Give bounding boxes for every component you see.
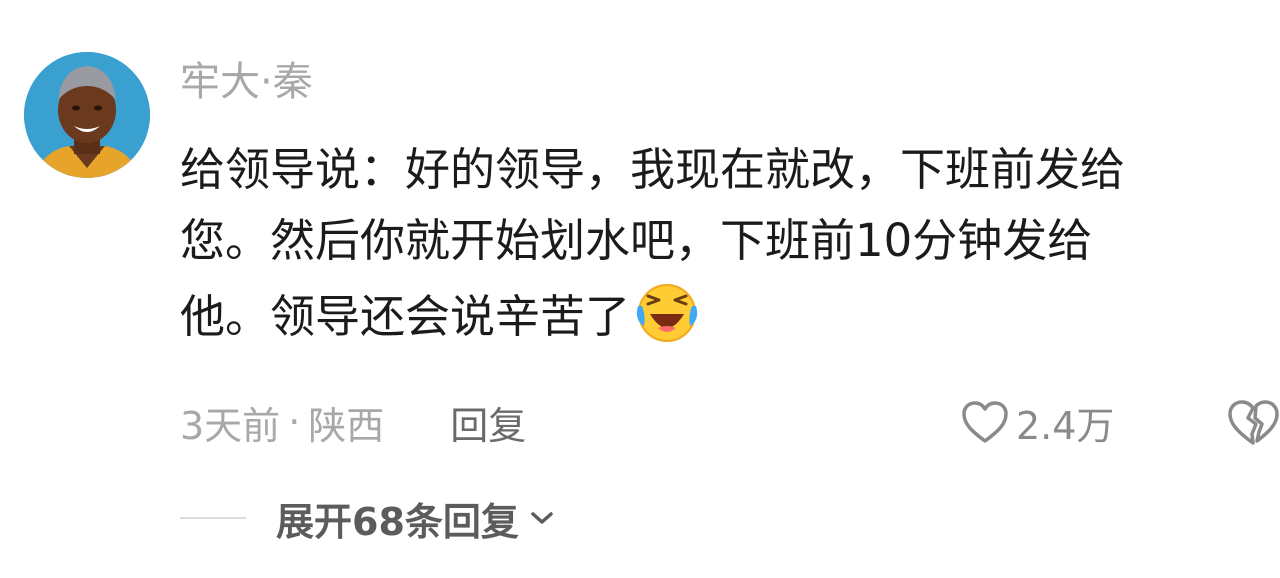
comment-line: 他。领导还会说辛苦了 bbox=[180, 290, 631, 343]
comment-text: 给领导说：好的领导，我现在就改，下班前发给 您。然后你就开始划水吧，下班前10分钟… bbox=[180, 134, 1275, 352]
broken-heart-icon bbox=[1228, 400, 1279, 445]
like-button[interactable]: 2.4万 bbox=[960, 394, 1114, 450]
author-name[interactable]: 牢大·秦 bbox=[180, 56, 313, 108]
heart-outline-icon bbox=[962, 401, 1008, 443]
comment-line: 给领导说：好的领导，我现在就改，下班前发给 bbox=[180, 143, 1126, 196]
comment-line: 您。然后你就开始划水吧，下班前10分钟发给 bbox=[180, 214, 1093, 267]
avatar[interactable] bbox=[24, 52, 150, 178]
chevron-down-icon bbox=[531, 512, 553, 524]
reply-button[interactable]: 回复 bbox=[450, 395, 526, 450]
laughing-crying-emoji-icon bbox=[632, 276, 702, 346]
comment-card: 牢大·秦 给领导说：好的领导，我现在就改，下班前发给 您。然后你就开始划水吧，下班… bbox=[0, 0, 1280, 578]
meta-separator: · bbox=[288, 400, 301, 444]
divider-line bbox=[180, 517, 246, 519]
dislike-button[interactable] bbox=[1226, 398, 1280, 448]
user-avatar-icon bbox=[24, 52, 150, 178]
expand-replies-button[interactable]: 展开68条回复 bbox=[276, 491, 557, 546]
expand-replies-label: 展开68条回复 bbox=[276, 499, 519, 544]
expand-replies-row: 展开68条回复 bbox=[180, 490, 557, 546]
like-count: 2.4万 bbox=[1016, 403, 1115, 448]
comment-time: 3天前 bbox=[180, 403, 281, 448]
comment-meta: 3天前 · 陕西 回复 bbox=[180, 394, 526, 450]
comment-location: 陕西 bbox=[308, 403, 385, 448]
